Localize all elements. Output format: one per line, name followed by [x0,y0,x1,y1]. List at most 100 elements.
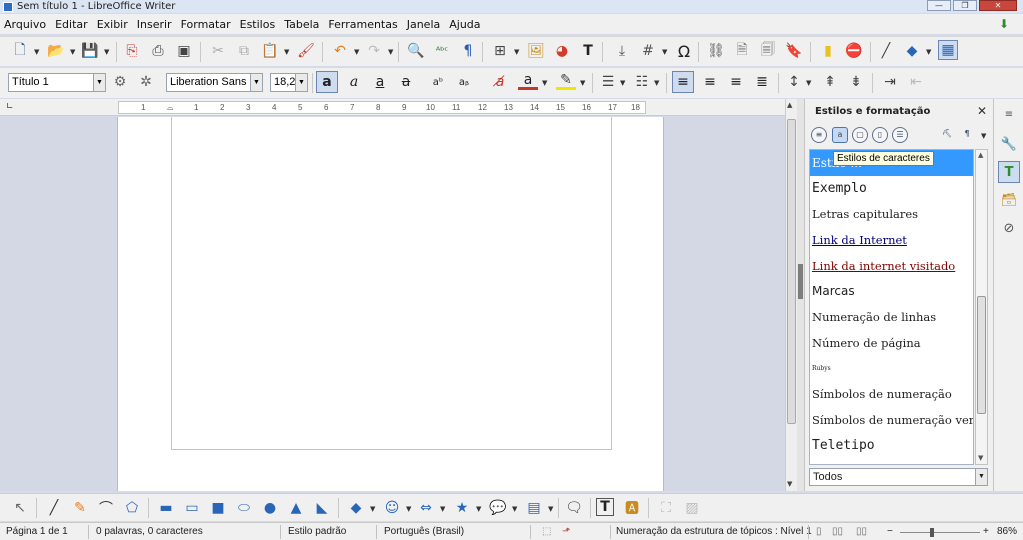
gallery-tab-icon[interactable]: 🗃 [998,189,1020,211]
save-dropdown-icon[interactable]: ▼ [104,48,109,56]
chevron-down-icon[interactable]: ▼ [295,74,307,91]
shapes-dropdown-icon[interactable]: ▼ [926,48,931,56]
line-spacing-dropdown-icon[interactable]: ▼ [806,79,811,87]
formatting-marks-icon[interactable]: ¶ [458,41,478,61]
page-break-icon[interactable]: ⤓ [612,41,632,61]
menu-inserir[interactable]: Inserir [137,18,172,31]
toggle-extrusion-icon[interactable]: ▨ [682,498,702,518]
restore-button[interactable]: ❐ [953,0,977,11]
insert-chart-icon[interactable]: ◕ [552,41,572,61]
menu-exibir[interactable]: Exibir [97,18,128,31]
export-pdf-icon[interactable]: ⎘ [122,41,142,61]
style-list-item[interactable]: Exemplo [810,176,973,202]
fontwork-icon[interactable]: 🅰 [622,498,642,518]
decrease-spacing-icon[interactable]: ⇟ [846,72,866,92]
select-pointer-icon[interactable]: ↖ [10,498,30,518]
zoom-out-icon[interactable]: − [887,526,893,537]
style-list-item[interactable]: Letras capitulares [810,201,973,227]
numbering-dropdown-icon[interactable]: ▼ [654,79,659,87]
arrows-dropdown-icon[interactable]: ▼ [440,505,445,513]
bold-icon[interactable]: a [316,71,338,93]
chevron-down-icon[interactable]: ▼ [250,74,262,91]
footnote-icon[interactable]: 🗎 [732,41,752,61]
styles-tab-icon[interactable]: T [998,161,1020,183]
points-icon[interactable]: ⛶ [656,498,676,518]
highlight-icon[interactable]: ✎ [556,72,576,90]
basic-shapes-icon[interactable]: ◆ [346,498,366,518]
align-right-icon[interactable]: ≡ [726,72,746,92]
close-window-button[interactable]: ✕ [979,0,1017,11]
rounded-rectangle-icon[interactable]: ▭ [182,498,202,518]
special-character-icon[interactable]: Ω [674,41,694,61]
scroll-up-icon[interactable]: ▲ [978,151,983,159]
font-color-icon[interactable]: a [518,72,538,90]
text-boundaries[interactable] [171,117,612,450]
undo-icon[interactable]: ↶ [330,41,350,61]
comment-icon[interactable]: ▮ [818,41,838,61]
new-style-icon[interactable]: ✲ [136,72,156,92]
increase-spacing-icon[interactable]: ⇞ [820,72,840,92]
new-document-icon[interactable]: 🗋 [10,41,30,61]
chevron-down-icon[interactable]: ▼ [93,74,105,91]
sidebar-collapse-handle[interactable] [798,264,803,299]
find-replace-icon[interactable]: 🔍 [406,41,426,61]
zoom-in-icon[interactable]: + [983,526,989,537]
word-count[interactable]: 0 palavras, 0 caracteres [96,526,203,537]
paragraph-style-combo[interactable]: Título 1 ▼ [8,73,106,92]
minimize-button[interactable]: — [927,0,951,11]
fill-format-icon[interactable]: ⛏ [939,127,955,143]
callouts-dropdown-icon[interactable]: ▼ [512,505,517,513]
style-list-item[interactable]: Teletipo [810,433,973,459]
increase-indent-icon[interactable]: ⇥ [880,72,900,92]
single-page-view-icon[interactable]: ▯ [816,526,822,537]
align-left-icon[interactable]: ≡ [672,71,694,93]
style-list-item[interactable]: Símbolos de numeração vertical [810,407,973,433]
insert-image-icon[interactable]: 🖼 [526,41,546,61]
style-list-scrollbar[interactable]: ▲ ▼ [975,149,988,465]
menu-editar[interactable]: Editar [55,18,88,31]
sidebar-splitter[interactable] [797,99,804,491]
redo-dropdown-icon[interactable]: ▼ [388,48,393,56]
endnote-icon[interactable]: 🗐 [758,41,778,61]
style-actions-icon[interactable]: ¶ [959,127,975,143]
menu-ajuda[interactable]: Ajuda [449,18,480,31]
comment-callout-icon[interactable]: 🗨 [564,498,584,518]
numbered-list-icon[interactable]: ☷ [632,72,652,92]
menu-ferramentas[interactable]: Ferramentas [328,18,397,31]
flowchart-icon[interactable]: ▤ [524,498,544,518]
style-list-item[interactable]: Numeração de linhas [810,304,973,330]
italic-icon[interactable]: a [344,72,364,92]
block-arrows-icon[interactable]: ⇔ [416,498,436,518]
scrollbar-thumb[interactable] [787,119,796,424]
style-actions-dropdown-icon[interactable]: ▼ [981,132,986,140]
align-center-icon[interactable]: ≡ [700,72,720,92]
style-filter-select[interactable]: Todos ▼ [809,468,988,486]
clone-formatting-icon[interactable]: 🖌 [296,41,316,61]
polygon-icon[interactable]: ⬠ [122,498,142,518]
basic-shapes-icon[interactable]: ◆ [902,41,922,61]
table-dropdown-icon[interactable]: ▼ [514,48,519,56]
cut-icon[interactable]: ✂ [208,41,228,61]
line-icon[interactable]: ╱ [44,498,64,518]
multi-page-view-icon[interactable]: ▯▯ [832,526,843,537]
circle-icon[interactable]: ● [260,498,280,518]
chevron-down-icon[interactable]: ▼ [975,469,987,485]
update-style-icon[interactable]: ⚙ [110,72,130,92]
hyperlink-icon[interactable]: ⛓ [706,41,726,61]
insert-table-icon[interactable]: ⊞ [490,41,510,61]
symbol-shapes-icon[interactable]: ☺ [382,498,402,518]
style-list[interactable]: Estilo ...ExemploLetras capitularesLink … [809,149,974,465]
redo-icon[interactable]: ↷ [364,41,384,61]
document-vertical-scrollbar[interactable]: ▲ ▼ [785,99,797,491]
insert-textbox-icon[interactable]: T [578,41,598,61]
square-icon[interactable]: ■ [208,498,228,518]
ruler-indent-marker[interactable]: ⌓ [167,103,173,113]
decrease-indent-icon[interactable]: ⇤ [906,72,926,92]
print-icon[interactable]: ⎙ [148,41,168,61]
rectangle-icon[interactable]: ▬ [156,498,176,518]
menu-tabela[interactable]: Tabela [284,18,319,31]
document-modified-icon[interactable]: ⬏ [562,526,570,537]
book-view-icon[interactable]: ▯▯ [856,526,867,537]
right-triangle-icon[interactable]: ◣ [312,498,332,518]
shapes-dropdown-icon[interactable]: ▼ [370,505,375,513]
